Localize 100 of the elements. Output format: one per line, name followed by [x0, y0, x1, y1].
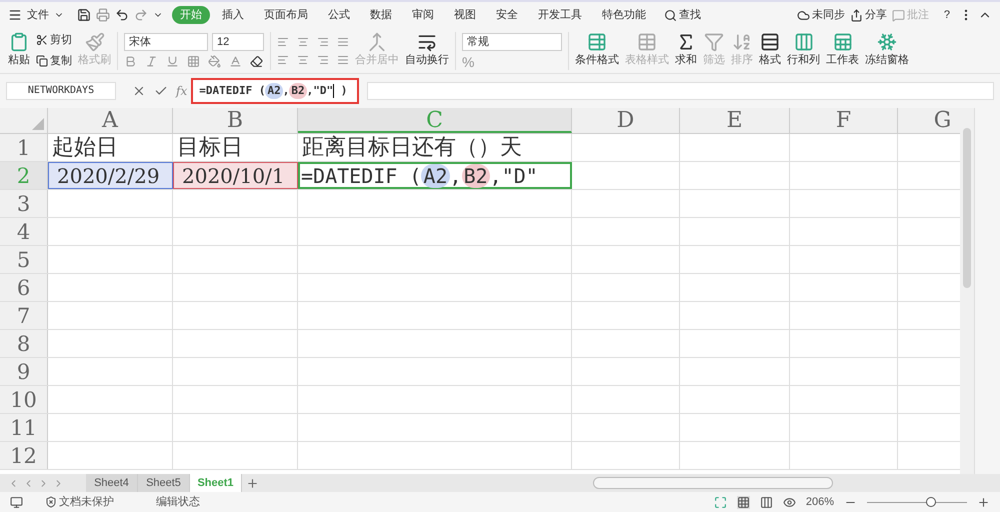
borders-icon[interactable] — [187, 55, 200, 68]
name-box[interactable]: NETWORKDAYS — [6, 82, 116, 100]
display-icon[interactable] — [10, 496, 23, 508]
column-header[interactable]: E — [680, 108, 790, 133]
zoom-slider[interactable] — [867, 496, 967, 508]
underline-icon[interactable] — [166, 55, 179, 68]
ribbon-button[interactable]: 行和列 — [787, 32, 820, 69]
ribbon-button[interactable]: 工作表 — [826, 32, 859, 69]
sheet-tab[interactable]: Sheet4 — [86, 474, 138, 492]
formula-text: =DATEDIF ( — [199, 82, 266, 99]
search-icon — [664, 8, 677, 22]
normal-view-icon[interactable] — [736, 496, 750, 508]
ribbon-button[interactable]: 求和 — [675, 32, 697, 69]
ribbon-tab[interactable]: 插入 — [214, 6, 252, 24]
row-header[interactable]: 1 — [0, 134, 48, 161]
formula-field[interactable] — [367, 82, 994, 100]
ribbon-button[interactable]: 格式 — [759, 32, 781, 69]
row-header[interactable]: 8 — [0, 330, 48, 357]
horizontal-scrollbar[interactable] — [593, 477, 833, 489]
row-header[interactable]: 5 — [0, 246, 48, 273]
font-size-select[interactable]: 12 — [212, 33, 264, 51]
justify-icon[interactable] — [337, 54, 349, 66]
align-center-icon[interactable] — [297, 54, 309, 66]
toolbar-button[interactable]: 分享 — [850, 6, 887, 24]
row-header[interactable]: 6 — [0, 274, 48, 301]
print-icon[interactable] — [96, 8, 110, 22]
align-right-icon[interactable] — [317, 54, 329, 66]
zoom-thumb[interactable] — [926, 497, 936, 507]
file-menu[interactable]: 文件 — [27, 6, 49, 24]
font-color-icon[interactable] — [229, 55, 242, 68]
cell-reference: A2 — [265, 82, 283, 100]
formula-text: =DATEDIF ( — [301, 164, 422, 188]
zoom-level[interactable]: 206% — [806, 494, 834, 510]
ribbon-tab[interactable]: 公式 — [320, 6, 358, 24]
cancel-icon[interactable] — [132, 84, 146, 98]
tool-icon — [704, 32, 724, 52]
save-icon[interactable] — [77, 8, 91, 22]
ribbon-tab[interactable]: 特色功能 — [594, 6, 654, 24]
ribbon-button[interactable]: 冻结窗格 — [865, 32, 909, 69]
help-button[interactable]: ? — [940, 6, 954, 24]
add-sheet-icon[interactable] — [246, 476, 259, 490]
page-break-icon[interactable] — [760, 496, 773, 508]
cloud-icon — [796, 8, 810, 22]
ribbon-tab[interactable]: 开发工具 — [530, 6, 590, 24]
row-header[interactable]: 11 — [0, 414, 48, 441]
ribbon-tab[interactable]: 数据 — [362, 6, 400, 24]
row-header[interactable]: 7 — [0, 302, 48, 329]
ribbon-tab[interactable]: 审阅 — [404, 6, 442, 24]
brush-icon — [84, 32, 104, 52]
paste-button[interactable]: 粘贴 — [8, 32, 30, 69]
mode-status: 编辑状态 — [156, 494, 200, 510]
cell-reference: B2 — [462, 164, 490, 188]
table-cell[interactable]: 2020/10/1 — [173, 162, 298, 189]
cell-reference: B2 — [289, 82, 307, 100]
tool-icon — [732, 32, 752, 52]
undo-icon[interactable] — [115, 8, 129, 22]
ribbon-button[interactable]: 条件格式 — [575, 32, 619, 69]
table-cell[interactable]: 2020/2/29 — [48, 162, 173, 189]
search-button[interactable]: 查找 — [658, 6, 707, 24]
table-cell[interactable]: 起始日 — [48, 134, 173, 161]
formula-text: ) — [340, 82, 348, 99]
row-header[interactable]: 10 — [0, 386, 48, 413]
italic-icon[interactable] — [145, 55, 158, 68]
row-header[interactable]: 3 — [0, 190, 48, 217]
align-top-icon[interactable] — [277, 36, 289, 48]
bold-icon[interactable] — [124, 55, 137, 68]
align-middle-icon[interactable] — [297, 36, 309, 48]
table-cell[interactable]: 距离目标日还有（）天 — [298, 134, 572, 161]
ribbon-tab[interactable]: 视图 — [446, 6, 484, 24]
wrap-text-button[interactable]: 自动换行 — [405, 32, 449, 69]
vertical-scrollbar[interactable] — [960, 108, 974, 474]
toolbar-button[interactable]: 复制 — [36, 52, 72, 69]
menu-icon[interactable] — [8, 8, 22, 22]
sheet-tab[interactable]: Sheet5 — [138, 474, 190, 492]
align-left-icon[interactable] — [277, 54, 289, 66]
ribbon-tab[interactable]: 页面布局 — [256, 6, 316, 24]
tool-icon — [637, 32, 657, 52]
column-header[interactable]: F — [790, 108, 898, 133]
clipboard-icon — [9, 32, 29, 52]
eraser-icon[interactable] — [250, 55, 263, 68]
table-cell[interactable]: 目标日 — [173, 134, 298, 161]
zoom-in-icon[interactable] — [977, 496, 990, 508]
eye-protection-icon[interactable] — [782, 496, 796, 508]
row-header[interactable]: 12 — [0, 442, 48, 469]
fill-icon[interactable] — [208, 55, 221, 68]
row-header[interactable]: 9 — [0, 358, 48, 385]
formula-text: , — [282, 82, 290, 99]
fullscreen-icon[interactable] — [714, 496, 727, 508]
ribbon-tab[interactable]: 安全 — [488, 6, 526, 24]
editing-cell[interactable]: =DATEDIF (A2,B2,"D" — [298, 162, 572, 189]
row-header[interactable]: 4 — [0, 218, 48, 245]
redo-icon[interactable] — [134, 8, 148, 22]
toolbar-button[interactable]: 未同步 — [796, 6, 845, 24]
protection-status[interactable]: 文档未保护 — [59, 494, 114, 510]
font-select[interactable]: 宋体 — [124, 33, 208, 51]
column-header[interactable]: D — [572, 108, 680, 133]
toolbar-button[interactable]: 剪切 — [36, 32, 72, 48]
column-header[interactable]: A — [48, 108, 173, 133]
align-bottom-icon[interactable] — [317, 36, 329, 48]
number-format-select[interactable]: 常规 — [462, 32, 562, 50]
